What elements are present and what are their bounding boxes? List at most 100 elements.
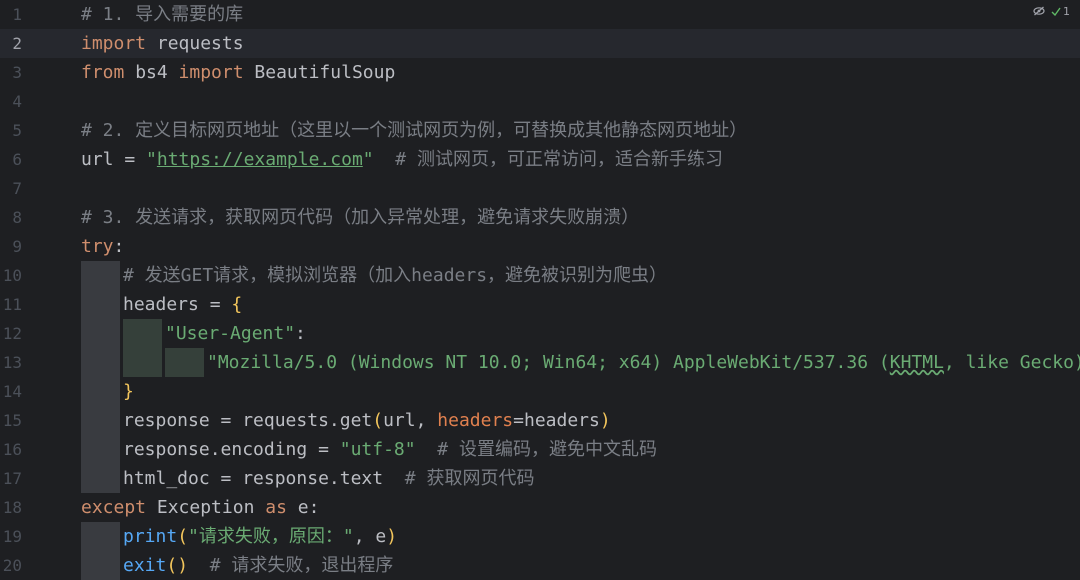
code-token: BeautifulSoup [243, 62, 396, 83]
code-text[interactable]: try: [81, 232, 124, 261]
code-token: "utf-8" [339, 439, 416, 460]
code-editor[interactable]: 1 # 1. 导入需要的库 2 import requests 3 from bs4 im… [0, 0, 1080, 580]
indent-guide [81, 290, 120, 319]
line-number[interactable]: 11 [0, 290, 22, 319]
code-text[interactable]: exit() # 请求失败，退出程序 [123, 551, 393, 580]
code-line[interactable]: 4 [0, 87, 1080, 116]
code-text[interactable]: "User-Agent": [165, 319, 306, 348]
code-line[interactable]: 1 # 1. 导入需要的库 [0, 0, 1080, 29]
code-token: "请求失败，原因：" [188, 526, 354, 547]
code-token: # 设置编码，避免中文乱码 [415, 439, 657, 460]
code-token: () [166, 555, 189, 576]
code-text[interactable]: from bs4 import BeautifulSoup [81, 58, 395, 87]
code-token: KHTML [889, 352, 944, 373]
line-number[interactable]: 16 [0, 435, 22, 464]
code-token: e: [286, 497, 320, 518]
line-number[interactable]: 2 [0, 29, 22, 58]
code-text[interactable]: response.encoding = "utf-8" # 设置编码，避免中文乱… [123, 435, 657, 464]
code-token: ) [599, 410, 611, 431]
line-number[interactable]: 9 [0, 232, 22, 261]
code-token: # 请求失败，退出程序 [188, 555, 394, 576]
code-line[interactable]: 6 url = "https://example.com" # 测试网页，可正常访… [0, 145, 1080, 174]
code-line[interactable]: 3 from bs4 import BeautifulSoup [0, 58, 1080, 87]
code-token: , like Gecko) [943, 352, 1080, 373]
code-text[interactable]: except Exception as e: [81, 493, 319, 522]
code-line[interactable]: 10 # 发送GET请求，模拟浏览器（加入headers，避免被识别为爬虫） [0, 261, 1080, 290]
line-number[interactable]: 10 [0, 261, 22, 290]
line-number[interactable]: 18 [0, 493, 22, 522]
code-line[interactable]: 14} [0, 377, 1080, 406]
code-token: headers = [123, 294, 232, 315]
eye-slash-icon [1033, 6, 1045, 16]
line-number[interactable]: 6 [0, 145, 22, 174]
code-token: } [123, 381, 134, 402]
code-token: https://example.com [156, 149, 363, 170]
code-text[interactable]: headers = { [123, 290, 242, 319]
code-token: ( [372, 410, 384, 431]
code-token: html_doc = response.text [123, 468, 384, 489]
indent-guide [81, 377, 120, 406]
code-text[interactable]: } [123, 377, 134, 406]
code-text[interactable]: import requests [81, 29, 244, 58]
code-token: from [81, 62, 125, 83]
line-number[interactable]: 17 [0, 464, 22, 493]
code-line[interactable]: 9 try: [0, 232, 1080, 261]
code-token: : [295, 323, 306, 344]
line-number[interactable]: 13 [0, 348, 22, 377]
code-token: , e [353, 526, 387, 547]
code-token: headers [437, 410, 514, 431]
code-line[interactable]: 17 html_doc = response.text # 获取网页代码 [0, 464, 1080, 493]
line-number[interactable]: 19 [0, 522, 22, 551]
code-token: Exception [146, 497, 266, 518]
code-token: { [231, 294, 243, 315]
code-line[interactable]: 19 print("请求失败，原因：", e) [0, 522, 1080, 551]
line-number[interactable]: 1 [0, 0, 22, 29]
line-number[interactable]: 15 [0, 406, 22, 435]
line-number[interactable]: 20 [0, 551, 22, 580]
inspection-status[interactable]: 1 [1051, 5, 1070, 18]
code-line[interactable]: 15 response = requests.get(url, headers=h… [0, 406, 1080, 435]
indent-guide [165, 348, 204, 377]
code-line[interactable]: 8 # 3. 发送请求，获取网页代码（加入异常处理，避免请求失败崩溃） [0, 203, 1080, 232]
indent-guide [81, 348, 120, 377]
indent-guide [81, 522, 120, 551]
code-line[interactable]: 20 exit() # 请求失败，退出程序 [0, 551, 1080, 580]
line-number[interactable]: 14 [0, 377, 22, 406]
code-text[interactable]: print("请求失败，原因：", e) [123, 522, 397, 551]
code-text[interactable]: html_doc = response.text # 获取网页代码 [123, 464, 534, 493]
code-text[interactable]: response = requests.get(url, headers=hea… [123, 406, 611, 435]
line-number[interactable]: 12 [0, 319, 22, 348]
code-line[interactable]: 11 headers = { [0, 290, 1080, 319]
code-line[interactable]: 16 response.encoding = "utf-8" # 设置编码，避免中… [0, 435, 1080, 464]
indent-guide [81, 406, 120, 435]
code-line[interactable]: 13 "Mozilla/5.0 (Windows NT 10.0; Win64; … [0, 348, 1080, 377]
code-text[interactable]: # 2. 定义目标网页地址（这里以一个测试网页为例，可替换成其他静态网页地址） [81, 116, 747, 145]
line-number[interactable]: 5 [0, 116, 22, 145]
line-number[interactable]: 3 [0, 58, 22, 87]
code-line[interactable]: 18 except Exception as e: [0, 493, 1080, 522]
code-token: import [81, 33, 147, 54]
indent-guide [123, 348, 162, 377]
code-line[interactable]: 5 # 2. 定义目标网页地址（这里以一个测试网页为例，可替换成其他静态网页地址） [0, 116, 1080, 145]
code-token: " [362, 149, 374, 170]
code-text[interactable]: # 3. 发送请求，获取网页代码（加入异常处理，避免请求失败崩溃） [81, 203, 639, 232]
code-line[interactable]: 12 "User-Agent": [0, 319, 1080, 348]
code-token: "User-Agent" [165, 323, 296, 344]
code-text[interactable]: # 1. 导入需要的库 [81, 0, 243, 29]
code-token: # 获取网页代码 [383, 468, 535, 489]
line-number[interactable]: 4 [0, 87, 22, 116]
indent-guide [81, 319, 120, 348]
code-text[interactable]: url = "https://example.com" # 测试网页，可正常访问… [81, 145, 723, 174]
indent-guide [123, 319, 162, 348]
code-line[interactable]: 2 import requests [0, 29, 1080, 58]
inspections-widget[interactable]: 1 [1033, 2, 1070, 20]
line-number[interactable]: 7 [0, 174, 22, 203]
code-token: requests [146, 33, 244, 54]
code-token: url, [383, 410, 438, 431]
reader-mode-toggle[interactable] [1033, 6, 1045, 16]
line-number[interactable]: 8 [0, 203, 22, 232]
code-text[interactable]: "Mozilla/5.0 (Windows NT 10.0; Win64; x6… [207, 348, 1080, 377]
code-token: try [81, 236, 114, 257]
code-line[interactable]: 7 [0, 174, 1080, 203]
code-text[interactable]: # 发送GET请求，模拟浏览器（加入headers，避免被识别为爬虫） [123, 261, 667, 290]
